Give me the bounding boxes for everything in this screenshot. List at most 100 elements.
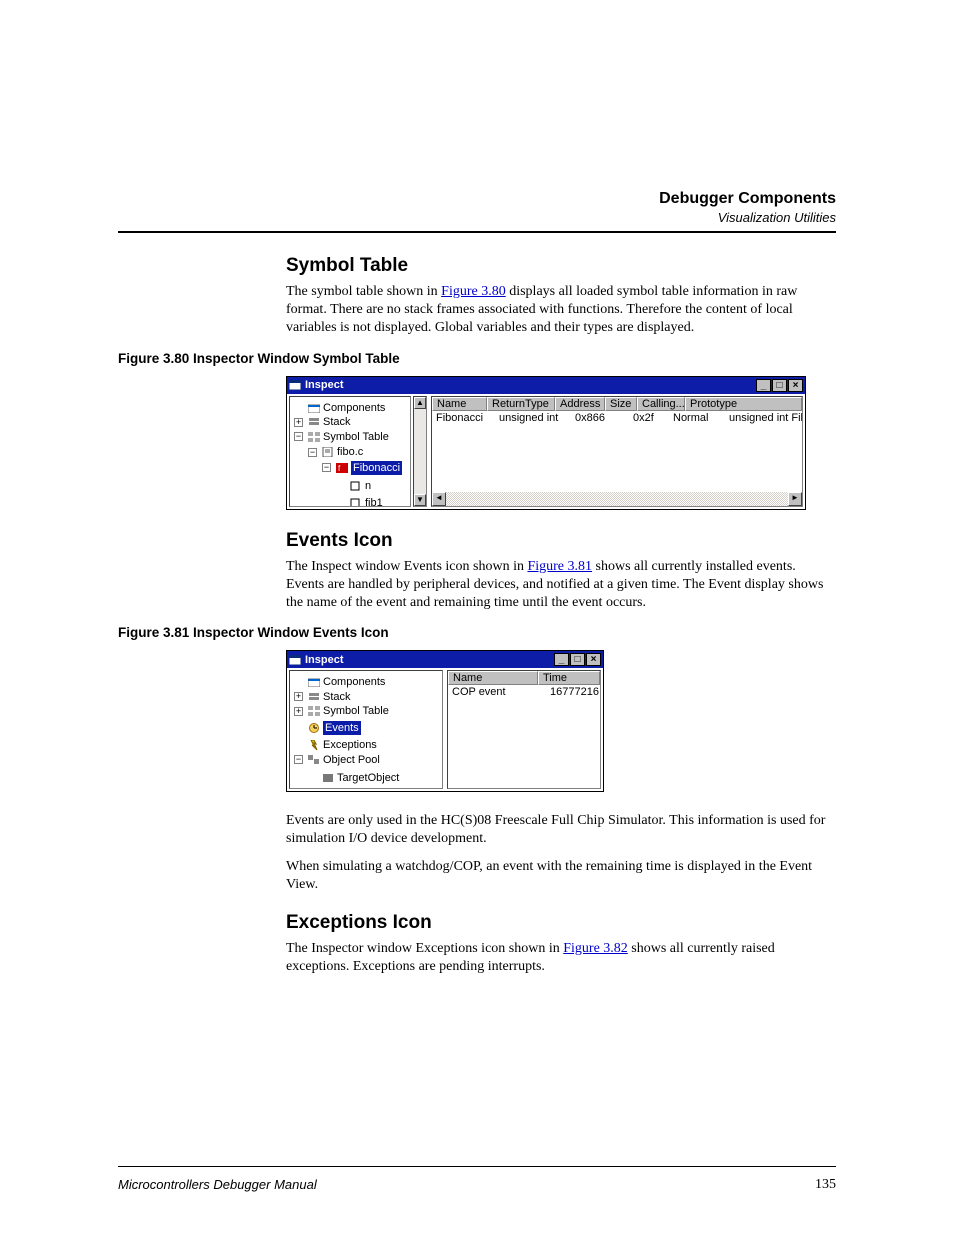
variable-icon <box>350 481 362 491</box>
figure-3-81-caption: Figure 3.81 Inspector Window Events Icon <box>118 625 836 640</box>
footer-manual-name: Microcontrollers Debugger Manual <box>118 1177 317 1193</box>
components-icon <box>308 677 320 687</box>
cell-return-type: unsigned int <box>495 412 571 425</box>
minimize-button[interactable]: _ <box>756 379 771 392</box>
col-size[interactable]: Size <box>605 397 637 411</box>
cell-name: Fibonacci <box>432 412 495 425</box>
tree-item-cnotify12[interactable]: CNotify12 <box>337 788 385 790</box>
expander-plus-icon[interactable]: + <box>294 707 303 716</box>
cell-address: 0x866 <box>571 412 629 425</box>
col-name[interactable]: Name <box>448 671 538 685</box>
column-headers: Name Time <box>448 671 600 685</box>
section-symbol-table-title: Symbol Table <box>286 255 836 277</box>
stack-icon <box>308 692 320 702</box>
titlebar[interactable]: Inspect _ □ × <box>287 651 603 668</box>
inspect-window-2: Inspect _ □ × Components + Stack + Symbol … <box>286 650 604 792</box>
col-return-type[interactable]: ReturnType <box>487 397 555 411</box>
footer-page-number: 135 <box>815 1177 836 1193</box>
tree-item-events[interactable]: Events <box>323 721 361 735</box>
scroll-down-arrow-icon[interactable]: ▼ <box>414 494 426 506</box>
header-rule <box>118 231 836 233</box>
tree-item-fib1[interactable]: fib1 <box>365 496 383 507</box>
col-name[interactable]: Name <box>432 397 487 411</box>
list-pane[interactable]: Name ReturnType Address Size Calling... … <box>431 396 803 507</box>
maximize-button[interactable]: □ <box>570 653 585 666</box>
close-button[interactable]: × <box>788 379 803 392</box>
expander-plus-icon[interactable]: + <box>294 418 303 427</box>
expander-minus-icon[interactable]: − <box>308 448 317 457</box>
header-subtitle: Visualization Utilities <box>118 210 836 225</box>
tree-vertical-scrollbar[interactable]: ▲ ▼ <box>413 396 427 507</box>
symbol-table-icon <box>308 706 320 716</box>
header-title: Debugger Components <box>118 190 836 208</box>
tree-pane[interactable]: Components +Stack −Symbol Table −fibo.c … <box>289 396 411 507</box>
table-row[interactable]: COP event 16777216 <box>448 685 600 700</box>
tree-item-symbol-table[interactable]: Symbol Table <box>323 430 389 444</box>
cell-size: 0x2f <box>629 412 669 425</box>
scroll-left-arrow-icon[interactable]: ◄ <box>432 492 446 506</box>
page-footer: Microcontrollers Debugger Manual 135 <box>118 1166 836 1193</box>
tree-item-components[interactable]: Components <box>323 675 385 689</box>
symbol-table-icon <box>308 432 320 442</box>
cell-calling: Normal <box>669 412 725 425</box>
col-prototype[interactable]: Prototype <box>685 397 802 411</box>
tree-item-target-object[interactable]: TargetObject <box>337 771 399 785</box>
events-para-3: When simulating a watchdog/COP, an event… <box>286 858 836 894</box>
window-title: Inspect <box>305 654 553 666</box>
components-icon <box>308 403 320 413</box>
tree-item-components[interactable]: Components <box>323 401 385 415</box>
col-calling[interactable]: Calling... <box>637 397 685 411</box>
exceptions-icon <box>308 740 320 750</box>
file-icon <box>322 447 334 457</box>
figure-3-80-link[interactable]: Figure 3.80 <box>441 284 506 299</box>
expander-minus-icon[interactable]: − <box>294 432 303 441</box>
column-headers: Name ReturnType Address Size Calling... … <box>432 397 802 411</box>
section-exceptions-icon-para: The Inspector window Exceptions icon sho… <box>286 940 836 976</box>
section-events-icon-title: Events Icon <box>286 530 836 552</box>
figure-3-82-link[interactable]: Figure 3.82 <box>563 941 628 956</box>
titlebar[interactable]: Inspect _ □ × <box>287 377 805 394</box>
footer-rule <box>118 1166 836 1167</box>
list-pane[interactable]: Name Time COP event 16777216 <box>447 670 601 789</box>
window-title: Inspect <box>305 379 755 391</box>
expander-minus-icon[interactable]: − <box>322 463 331 472</box>
tree-item-object-pool[interactable]: Object Pool <box>323 753 380 767</box>
tree-item-stack[interactable]: Stack <box>323 415 351 429</box>
table-row[interactable]: Fibonacci unsigned int 0x866 0x2f Normal… <box>432 411 802 426</box>
close-button[interactable]: × <box>586 653 601 666</box>
object-icon <box>322 773 334 783</box>
events-para-2: Events are only used in the HC(S)08 Free… <box>286 812 836 848</box>
tree-item-exceptions[interactable]: Exceptions <box>323 738 377 752</box>
list-horizontal-scrollbar[interactable]: ◄ ► <box>432 492 802 506</box>
window-system-icon <box>289 379 301 391</box>
cell-name: COP event <box>448 686 546 699</box>
minimize-button[interactable]: _ <box>554 653 569 666</box>
section-symbol-table-para: The symbol table shown in Figure 3.80 di… <box>286 283 836 337</box>
figure-3-81-link[interactable]: Figure 3.81 <box>527 559 592 574</box>
tree-pane[interactable]: Components + Stack + Symbol Table Events E… <box>289 670 443 789</box>
maximize-button[interactable]: □ <box>772 379 787 392</box>
col-address[interactable]: Address <box>555 397 605 411</box>
variable-icon <box>350 498 362 507</box>
cell-time: 16777216 <box>546 686 600 699</box>
tree-item-fibo-c[interactable]: fibo.c <box>337 445 363 459</box>
tree-item-n[interactable]: n <box>365 479 371 493</box>
tree-item-fibonacci[interactable]: Fibonacci <box>351 461 402 475</box>
inspect-window-1: Inspect _ □ × Components +Stack −Symbol … <box>286 376 806 510</box>
expander-minus-icon[interactable]: − <box>294 755 303 764</box>
cell-prototype: unsigned int Fibonacci(u <box>725 412 802 425</box>
tree-item-symbol-table[interactable]: Symbol Table <box>323 704 389 718</box>
page-header: Debugger Components Visualization Utilit… <box>118 190 836 225</box>
expander-plus-icon[interactable]: + <box>294 692 303 701</box>
tree-item-stack[interactable]: Stack <box>323 690 351 704</box>
stack-icon <box>308 417 320 427</box>
function-icon: f <box>336 463 348 473</box>
figure-3-80-caption: Figure 3.80 Inspector Window Symbol Tabl… <box>118 351 836 366</box>
scroll-up-arrow-icon[interactable]: ▲ <box>414 397 426 409</box>
section-events-icon-para: The Inspect window Events icon shown in … <box>286 558 836 612</box>
object-pool-icon <box>308 755 320 765</box>
col-time[interactable]: Time <box>538 671 600 685</box>
section-exceptions-icon-title: Exceptions Icon <box>286 912 836 934</box>
scroll-right-arrow-icon[interactable]: ► <box>788 492 802 506</box>
events-icon <box>308 723 320 733</box>
